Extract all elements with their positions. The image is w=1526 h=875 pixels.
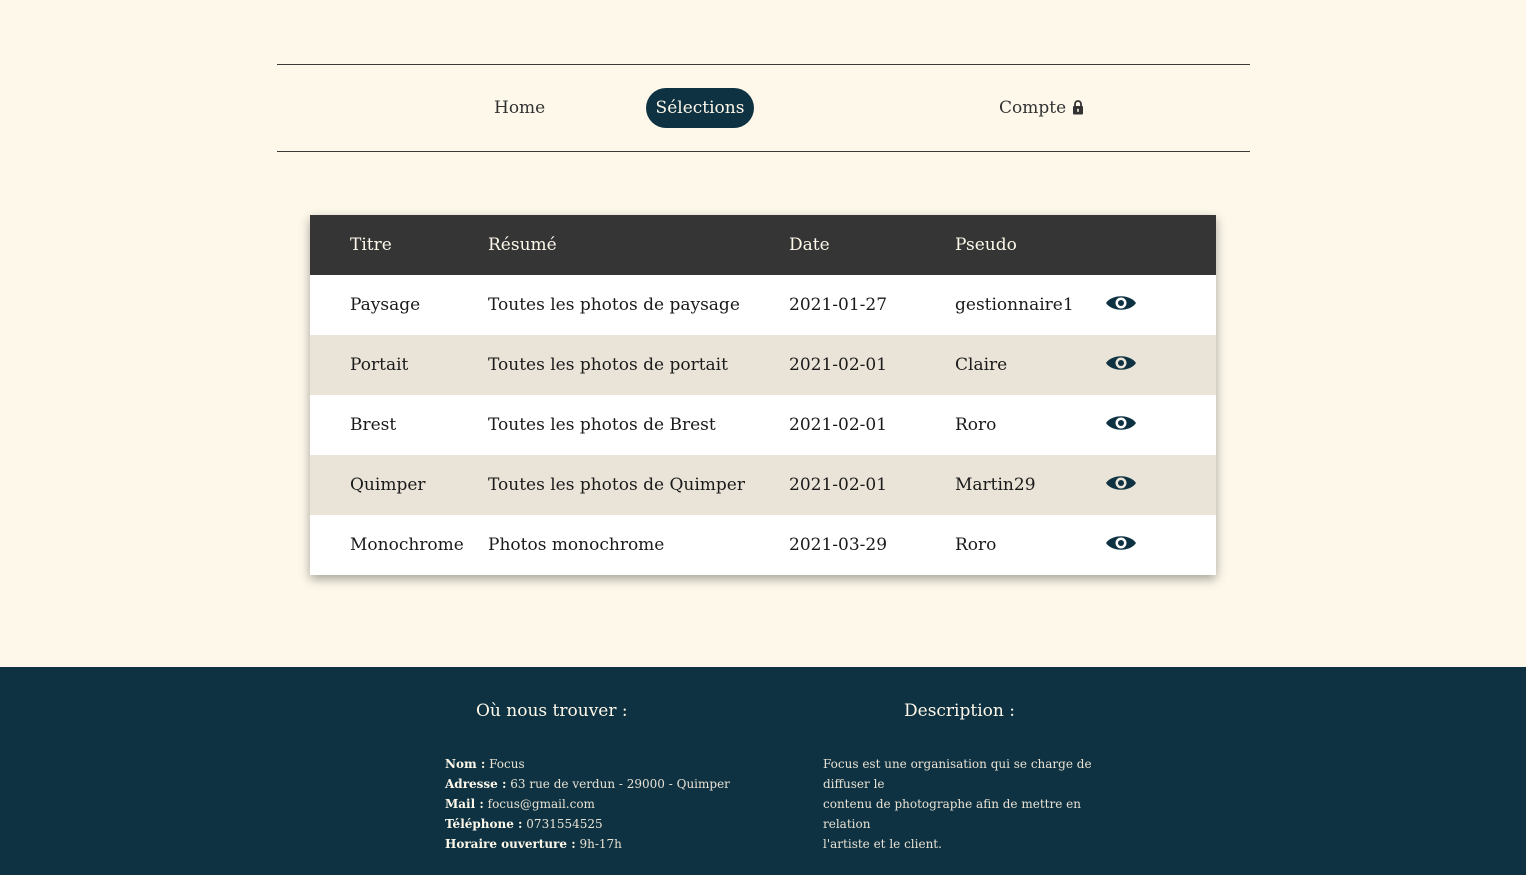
table-row: Quimper Toutes les photos de Quimper 202…	[310, 455, 1216, 515]
description-line: Focus est une organisation qui se charge…	[823, 757, 1092, 791]
cell-date: 2021-03-29	[789, 535, 888, 555]
footer-description-title: Description :	[904, 701, 1015, 721]
footer-contact-info: Nom : Focus Adresse : 63 rue de verdun -…	[445, 754, 730, 854]
lock-icon	[1072, 90, 1084, 130]
table-row: Monochrome Photos monochrome 2021-03-29 …	[310, 515, 1216, 575]
cell-date: 2021-02-01	[789, 475, 888, 495]
nav-home-link[interactable]: Home	[494, 88, 545, 128]
cell-action	[1105, 395, 1216, 455]
eye-icon[interactable]	[1105, 473, 1137, 498]
cell-pseudo: Roro	[955, 535, 997, 555]
col-header-pseudo: Pseudo	[955, 235, 1017, 255]
cell-titre: Portait	[350, 355, 409, 375]
contact-mail: Mail : focus@gmail.com	[445, 797, 595, 811]
cell-resume: Toutes les photos de Quimper	[488, 475, 745, 495]
cell-pseudo: Claire	[955, 355, 1008, 375]
contact-address: Adresse : 63 rue de verdun - 29000 - Qui…	[445, 777, 730, 791]
cell-date: 2021-02-01	[789, 355, 888, 375]
cell-titre: Brest	[350, 415, 397, 435]
cell-pseudo: gestionnaire1	[955, 295, 1074, 315]
table-row: Brest Toutes les photos de Brest 2021-02…	[310, 395, 1216, 455]
description-line: contenu de photographe afin de mettre en…	[823, 797, 1081, 831]
cell-titre: Paysage	[350, 295, 421, 315]
eye-icon[interactable]	[1105, 533, 1137, 558]
cell-resume: Toutes les photos de portait	[488, 355, 728, 375]
footer-description-text: Focus est une organisation qui se charge…	[823, 754, 1123, 854]
table-row: Paysage Toutes les photos de paysage 202…	[310, 275, 1216, 335]
main-nav: Home Sélections Compte	[277, 64, 1250, 152]
cell-pseudo: Roro	[955, 415, 997, 435]
eye-icon[interactable]	[1105, 353, 1137, 378]
footer: Où nous trouver : Description : Nom : Fo…	[0, 667, 1526, 875]
col-header-actions	[1105, 215, 1216, 275]
cell-date: 2021-02-01	[789, 415, 888, 435]
table-header-row: Titre Résumé Date Pseudo	[310, 215, 1216, 275]
selections-table: Titre Résumé Date Pseudo Paysage Toutes …	[310, 215, 1216, 575]
contact-name: Nom : Focus	[445, 757, 525, 771]
nav-account-link[interactable]: Compte	[999, 88, 1084, 128]
cell-pseudo: Martin29	[955, 475, 1036, 495]
cell-date: 2021-01-27	[789, 295, 888, 315]
contact-hours: Horaire ouverture : 9h-17h	[445, 837, 622, 851]
description-line: l'artiste et le client.	[823, 837, 942, 851]
table-row: Portait Toutes les photos de portait 202…	[310, 335, 1216, 395]
eye-icon[interactable]	[1105, 293, 1137, 318]
cell-action	[1105, 455, 1216, 515]
nav-selections-link[interactable]: Sélections	[646, 88, 754, 128]
eye-icon[interactable]	[1105, 413, 1137, 438]
col-header-date: Date	[789, 235, 830, 255]
col-header-resume: Résumé	[488, 235, 557, 255]
cell-action	[1105, 275, 1216, 335]
cell-resume: Toutes les photos de paysage	[488, 295, 740, 315]
cell-action	[1105, 515, 1216, 575]
col-header-titre: Titre	[350, 235, 392, 255]
cell-titre: Quimper	[350, 475, 426, 495]
cell-resume: Toutes les photos de Brest	[488, 415, 716, 435]
footer-contact-title: Où nous trouver :	[476, 701, 628, 721]
cell-titre: Monochrome	[350, 535, 464, 555]
cell-resume: Photos monochrome	[488, 535, 665, 555]
contact-phone: Téléphone : 0731554525	[445, 817, 603, 831]
cell-action	[1105, 335, 1216, 395]
nav-account-label: Compte	[999, 98, 1067, 118]
